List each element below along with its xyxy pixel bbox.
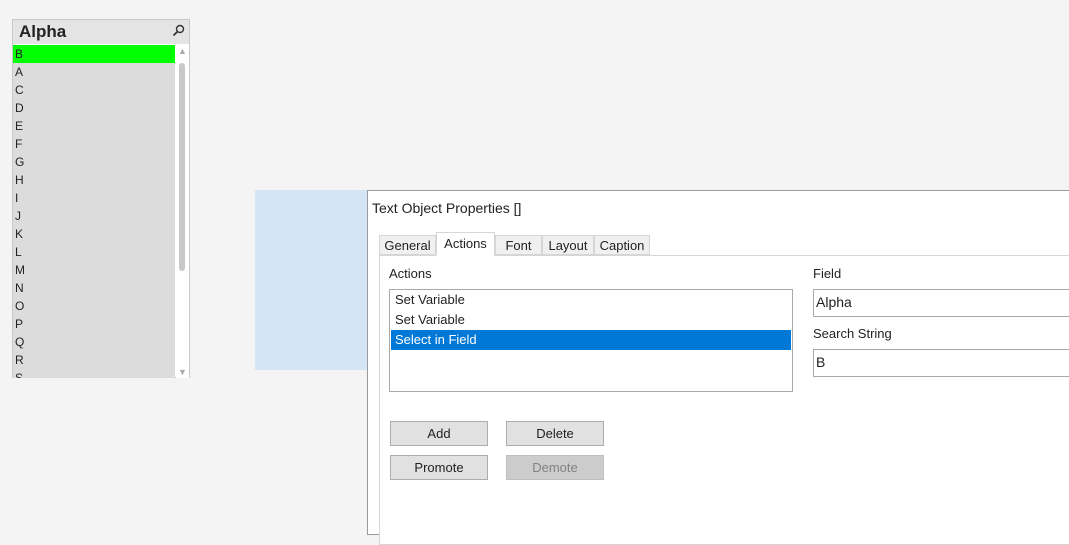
listbox-items: B A C D E F G H I J K L M N O P Q R S <box>13 45 175 378</box>
search-string-input-box[interactable]: ... <box>813 349 1069 377</box>
field-input[interactable] <box>816 292 1054 312</box>
scroll-down-icon[interactable]: ▼ <box>178 368 187 377</box>
list-item[interactable]: B <box>13 45 175 63</box>
selected-object-highlight <box>255 190 369 370</box>
tab-general[interactable]: General <box>379 235 436 255</box>
list-item[interactable]: K <box>13 225 175 243</box>
tab-strip: General Actions Font Layout Caption <box>379 232 1069 256</box>
tab-caption[interactable]: Caption <box>594 235 650 255</box>
tab-font[interactable]: Font <box>495 235 542 255</box>
tab-layout[interactable]: Layout <box>542 235 594 255</box>
search-icon[interactable] <box>172 24 185 37</box>
listbox-header: Alpha <box>13 20 189 44</box>
demote-button[interactable]: Demote <box>506 455 604 480</box>
search-string-label: Search String <box>813 326 892 341</box>
search-string-input[interactable] <box>816 352 1054 372</box>
list-item[interactable]: I <box>13 189 175 207</box>
field-input-box[interactable]: ... <box>813 289 1069 317</box>
list-item[interactable]: A <box>13 63 175 81</box>
list-item[interactable]: D <box>13 99 175 117</box>
listbox-scrollbar[interactable]: ▲ ▼ <box>176 45 189 378</box>
list-item[interactable]: J <box>13 207 175 225</box>
text-object-properties-dialog: Text Object Properties [] General Action… <box>367 190 1069 545</box>
listbox-title: Alpha <box>19 22 67 41</box>
list-item[interactable]: O <box>13 297 175 315</box>
list-item[interactable]: L <box>13 243 175 261</box>
list-item[interactable]: Set Variable <box>391 310 791 330</box>
alpha-listbox[interactable]: Alpha B A C D E F G H I J K L M N O P Q … <box>12 19 190 378</box>
list-item[interactable]: H <box>13 171 175 189</box>
list-item[interactable]: Q <box>13 333 175 351</box>
tab-actions[interactable]: Actions <box>436 232 495 256</box>
list-item[interactable]: C <box>13 81 175 99</box>
add-button[interactable]: Add <box>390 421 488 446</box>
actions-tab-panel: Actions Set Variable Set Variable Select… <box>379 255 1069 545</box>
scroll-up-icon[interactable]: ▲ <box>178 47 187 56</box>
field-label: Field <box>813 266 842 281</box>
list-item[interactable]: G <box>13 153 175 171</box>
list-item[interactable]: M <box>13 261 175 279</box>
actions-label: Actions <box>389 266 432 281</box>
list-item[interactable]: P <box>13 315 175 333</box>
list-item[interactable]: S <box>13 369 175 378</box>
list-item[interactable]: F <box>13 135 175 153</box>
scrollbar-thumb[interactable] <box>179 63 185 271</box>
dialog-title: Text Object Properties [] <box>372 200 522 216</box>
list-item[interactable]: E <box>13 117 175 135</box>
actions-list[interactable]: Set Variable Set Variable Select in Fiel… <box>389 289 793 392</box>
list-item[interactable]: Set Variable <box>391 290 791 310</box>
delete-button[interactable]: Delete <box>506 421 604 446</box>
list-item[interactable]: R <box>13 351 175 369</box>
promote-button[interactable]: Promote <box>390 455 488 480</box>
list-item[interactable]: N <box>13 279 175 297</box>
list-item[interactable]: Select in Field <box>391 330 791 350</box>
